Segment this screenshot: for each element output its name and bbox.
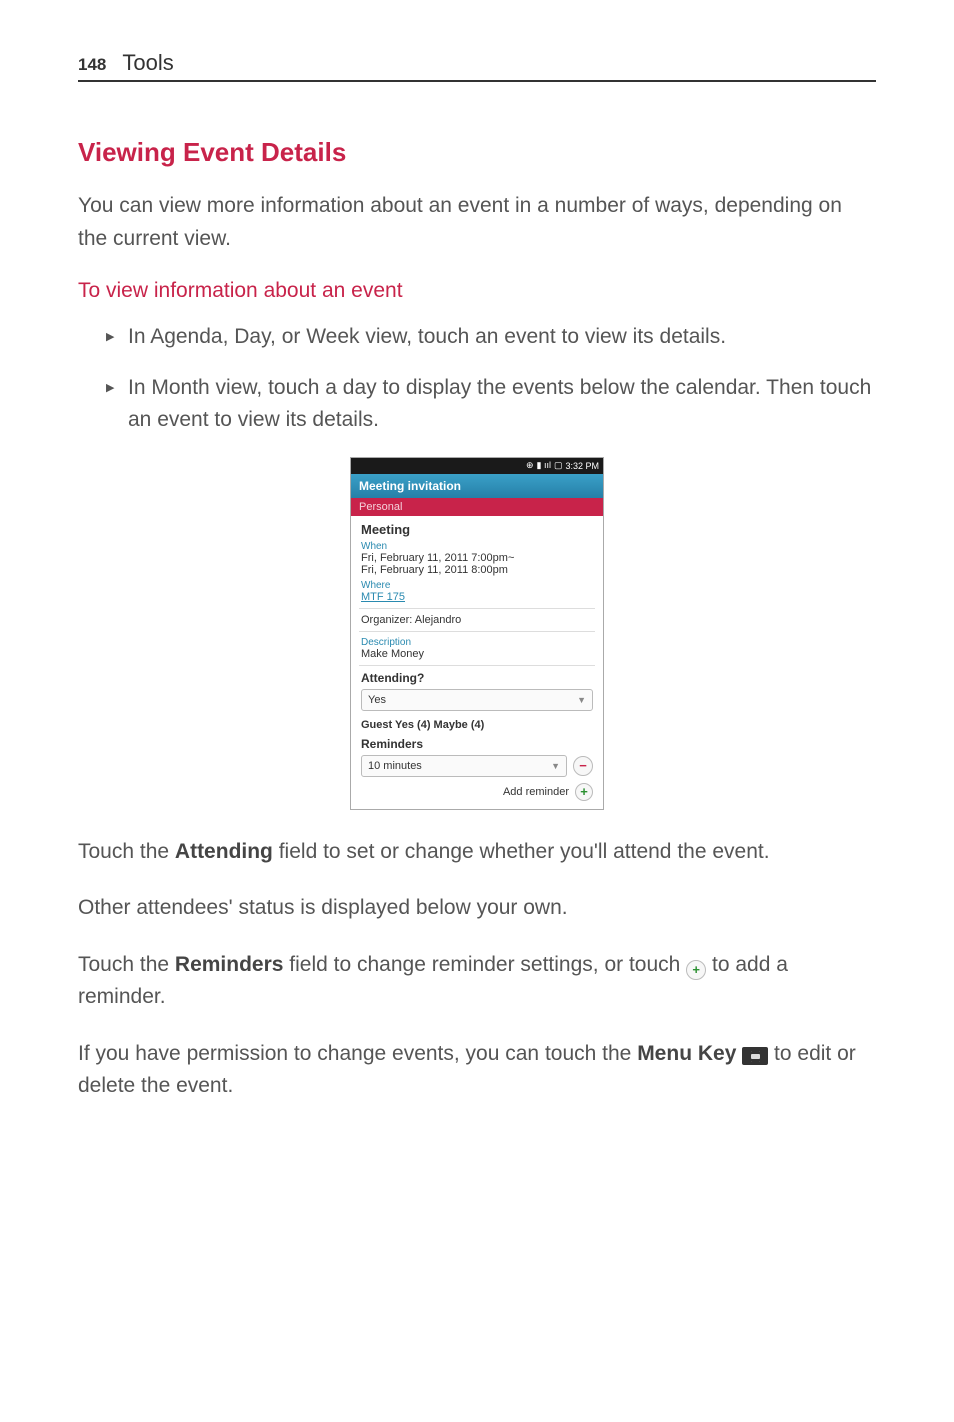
section-heading: Viewing Event Details — [78, 137, 876, 168]
page-header: 148 Tools — [78, 50, 876, 82]
description-value: Make Money — [361, 648, 593, 660]
when-value-1: Fri, February 11, 2011 7:00pm~ — [361, 552, 593, 564]
reminders-keyword: Reminders — [175, 953, 284, 976]
event-body: Meeting When Fri, February 11, 2011 7:00… — [351, 516, 603, 809]
page-content: Viewing Event Details You can view more … — [0, 82, 954, 1103]
attending-dropdown[interactable]: Yes ▼ — [361, 689, 593, 711]
where-value[interactable]: MTF 175 — [361, 591, 593, 603]
separator — [359, 631, 595, 632]
phone-screenshot: ⊕ ▮ ııl ▢ 3:32 PM Meeting invitation Per… — [78, 457, 876, 810]
paragraph-attendees: Other attendees' status is displayed bel… — [78, 892, 876, 925]
separator — [359, 665, 595, 666]
sync-icon: ⊕ — [526, 460, 534, 471]
bullet-item: In Agenda, Day, or Week view, touch an e… — [106, 321, 876, 354]
paragraph-reminders: Touch the Reminders field to change remi… — [78, 949, 876, 1014]
status-bar: ⊕ ▮ ııl ▢ 3:32 PM — [351, 458, 603, 474]
separator — [359, 608, 595, 609]
reminder-dropdown[interactable]: 10 minutes ▼ — [361, 755, 567, 777]
reminder-value: 10 minutes — [368, 760, 422, 772]
phone-frame: ⊕ ▮ ııl ▢ 3:32 PM Meeting invitation Per… — [350, 457, 604, 810]
menukey-keyword: Menu Key — [637, 1042, 736, 1065]
reminder-row: 10 minutes ▼ − — [361, 755, 593, 777]
battery-icon: ▢ — [554, 460, 563, 471]
remove-reminder-button[interactable]: − — [573, 756, 593, 776]
plus-icon: + — [686, 960, 706, 980]
page-number: 148 — [78, 55, 106, 75]
signal-icon: ▮ ııl — [536, 460, 550, 471]
where-label: Where — [361, 580, 593, 591]
add-reminder-icon: + — [575, 783, 593, 801]
screen-title: Meeting invitation — [351, 474, 603, 498]
sub-heading: To view information about an event — [78, 279, 876, 303]
add-reminder-label: Add reminder — [503, 786, 569, 798]
page-section: Tools — [122, 50, 173, 76]
when-label: When — [361, 541, 593, 552]
add-reminder-row[interactable]: Add reminder + — [361, 783, 593, 801]
paragraph-menukey: If you have permission to change events,… — [78, 1038, 876, 1103]
intro-paragraph: You can view more information about an e… — [78, 190, 876, 255]
attending-value: Yes — [368, 694, 386, 706]
attending-label: Attending? — [361, 671, 593, 685]
when-value-2: Fri, February 11, 2011 8:00pm — [361, 564, 593, 576]
menu-key-icon — [742, 1047, 768, 1065]
reminders-label: Reminders — [361, 737, 593, 751]
description-label: Description — [361, 637, 593, 648]
calendar-name: Personal — [351, 498, 603, 516]
chevron-down-icon: ▼ — [551, 761, 560, 771]
status-time: 3:32 PM — [565, 461, 599, 471]
bullet-list: In Agenda, Day, or Week view, touch an e… — [78, 321, 876, 437]
attending-keyword: Attending — [175, 840, 273, 863]
organizer: Organizer: Alejandro — [361, 614, 593, 626]
guests-summary: Guest Yes (4) Maybe (4) — [361, 719, 593, 731]
chevron-down-icon: ▼ — [577, 695, 586, 705]
event-title: Meeting — [361, 522, 593, 537]
paragraph-attending: Touch the Attending field to set or chan… — [78, 836, 876, 869]
bullet-item: In Month view, touch a day to display th… — [106, 372, 876, 437]
